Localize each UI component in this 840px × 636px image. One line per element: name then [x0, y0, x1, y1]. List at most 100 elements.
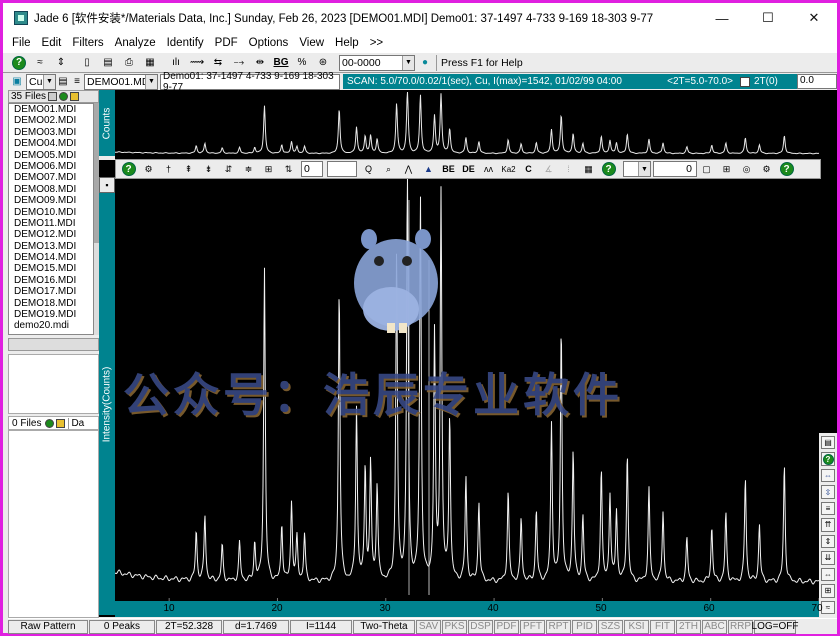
status-tag-dsp[interactable]: DSP [468, 619, 493, 634]
chart-tool-5[interactable]: ≑ [239, 161, 258, 177]
menu-options[interactable]: Options [243, 37, 294, 49]
chart-settings-button[interactable]: ⚙ [139, 161, 158, 177]
file-item[interactable]: DEMO09.MDI [9, 195, 93, 206]
zoom-button[interactable]: Q [359, 161, 378, 177]
right-tool-fit[interactable]: ≡ [821, 501, 835, 516]
right-tool-leftright[interactable]: ⇔ [821, 567, 835, 582]
twotheta-checkbox[interactable] [740, 76, 750, 87]
fit-button[interactable]: ⟿ [187, 54, 207, 72]
chart-tool-2[interactable]: ⇞ [179, 161, 198, 177]
chart-combo[interactable]: ▼ [623, 161, 651, 177]
de-button[interactable]: DE [459, 161, 478, 177]
right-tool-down[interactable]: ⇊ [821, 551, 835, 565]
file-item[interactable]: DEMO08.MDI [9, 184, 93, 195]
eraser-button[interactable]: ▯ [77, 54, 97, 72]
background-button[interactable]: BG [271, 54, 291, 72]
right-tool-wave[interactable]: ≈ [821, 600, 835, 614]
chart-tool-9[interactable]: ⊞ [717, 161, 736, 177]
chart-tool-1[interactable]: † [159, 161, 178, 177]
twotheta-input[interactable]: 0.0 [797, 74, 837, 89]
status-tag-sav[interactable]: SAV [416, 619, 441, 634]
status-log[interactable]: LOG=OFF [752, 619, 798, 634]
chart-tool-10[interactable]: ◎ [737, 161, 756, 177]
peak-label-button[interactable]: ⋀ [399, 161, 418, 177]
status-tag-fit[interactable]: FIT [650, 619, 675, 634]
film-button[interactable]: ▤ [98, 54, 118, 72]
file-item[interactable]: DEMO05.MDI [9, 150, 93, 161]
right-tool-updown[interactable]: ⇕ [821, 534, 835, 549]
chart-value-box[interactable]: 0 [301, 161, 323, 177]
status-tag-2th[interactable]: 2TH [676, 619, 701, 634]
chart-tool-6[interactable]: ⊞ [259, 161, 278, 177]
bar-peaks-button[interactable]: ılı [166, 54, 186, 72]
file-item[interactable]: demo20.mdi [9, 320, 93, 331]
multi-peak-button[interactable]: ʌʌ [479, 161, 498, 177]
refresh-icon[interactable] [59, 92, 69, 101]
file-item[interactable]: DEMO03.MDI [9, 127, 93, 138]
target-combo[interactable]: Cu ▼ [26, 73, 56, 90]
globe-button[interactable]: ⊛ [313, 54, 333, 72]
help-button[interactable]: ? [9, 54, 29, 72]
folder-icon[interactable] [56, 418, 66, 428]
file-item[interactable]: DEMO16.MDI [9, 275, 93, 286]
status-tag-pid[interactable]: PID [572, 619, 597, 634]
zoom-vert-button[interactable]: ⇕ [51, 54, 71, 72]
chart-tool-4[interactable]: ⇵ [219, 161, 238, 177]
save-button[interactable]: ▦ [140, 54, 160, 72]
status-tag-rpt[interactable]: RPT [546, 619, 571, 634]
pdf-number-combo[interactable]: 00-0000 ▼ [339, 54, 415, 71]
list-button[interactable]: ▤ [56, 73, 70, 91]
be-button[interactable]: BE [439, 161, 458, 177]
chart-tool-11[interactable]: ⚙ [757, 161, 776, 177]
shift-button[interactable]: ⤍ [229, 54, 249, 72]
grid-toggle-button[interactable]: ▦ [579, 161, 598, 177]
menu-analyze[interactable]: Analyze [109, 37, 161, 49]
chart-help-button-2[interactable]: ? [599, 161, 618, 177]
right-tool-stack[interactable]: ▤ [821, 436, 835, 450]
header-field[interactable]: Demo01: 37-1497 4-733 9-169 18-303 9-77 [160, 71, 340, 93]
file-item[interactable]: DEMO17.MDI [9, 286, 93, 297]
status-axis-mode[interactable]: Two-Theta [353, 619, 415, 634]
file-item[interactable]: DEMO01.MDI [9, 104, 93, 115]
maximize-button[interactable]: ☐ [745, 3, 791, 33]
file-item[interactable]: DEMO10.MDI [9, 207, 93, 218]
menu-identify[interactable]: Identify [161, 37, 209, 49]
chart-tool-3[interactable]: ⇟ [199, 161, 218, 177]
refresh-icon[interactable] [45, 418, 55, 428]
menu-edit[interactable]: Edit [36, 37, 67, 49]
chart-tool-disabled-1[interactable]: ∡ [539, 161, 558, 177]
chart-value-box-2[interactable]: 0 [653, 161, 697, 177]
file-item[interactable]: DEMO06.MDI [9, 161, 93, 172]
file-item[interactable]: DEMO18.MDI [9, 298, 93, 309]
chart-tool-7[interactable]: ⇅ [279, 161, 298, 177]
chart-help-button[interactable]: ? [119, 161, 138, 177]
right-tool-grid[interactable]: ⊞ [821, 584, 835, 598]
chart-help-button-3[interactable]: ? [777, 161, 796, 177]
chart-value-box-b[interactable] [327, 161, 357, 177]
file-item[interactable]: DEMO19.MDI [9, 309, 93, 320]
status-tag-pdf[interactable]: PDF [494, 619, 519, 634]
folder-icon[interactable] [70, 92, 80, 101]
overview-splitter[interactable] [99, 156, 115, 160]
file-item[interactable]: DEMO04.MDI [9, 138, 93, 149]
expand-button[interactable]: ⇹ [250, 54, 270, 72]
status-tag-pks[interactable]: PKS [442, 619, 467, 634]
file-item[interactable]: DEMO15.MDI [9, 263, 93, 274]
image-icon[interactable] [48, 92, 58, 101]
close-button[interactable]: ✕ [791, 3, 837, 33]
c-button[interactable]: C [519, 161, 538, 177]
status-tag-abc[interactable]: ABC [702, 619, 727, 634]
strip-button[interactable]: ⇆ [208, 54, 228, 72]
file-item[interactable]: DEMO07.MDI [9, 172, 93, 183]
chart-tool-disabled-2[interactable]: ⁞ [559, 161, 578, 177]
smooth-button[interactable]: ≈ [30, 54, 50, 72]
zoom-out-button[interactable]: ⌕ [379, 161, 398, 177]
splitter-bar[interactable] [8, 338, 99, 351]
file-item[interactable]: DEMO14.MDI [9, 252, 93, 263]
file-item[interactable]: DEMO12.MDI [9, 229, 93, 240]
folder-button[interactable]: ▣ [9, 73, 25, 91]
menu-pdf[interactable]: PDF [209, 37, 243, 49]
drop-button[interactable]: ● [415, 54, 435, 72]
menu-help[interactable]: Help [330, 37, 365, 49]
menu-more[interactable]: >> [364, 37, 388, 49]
